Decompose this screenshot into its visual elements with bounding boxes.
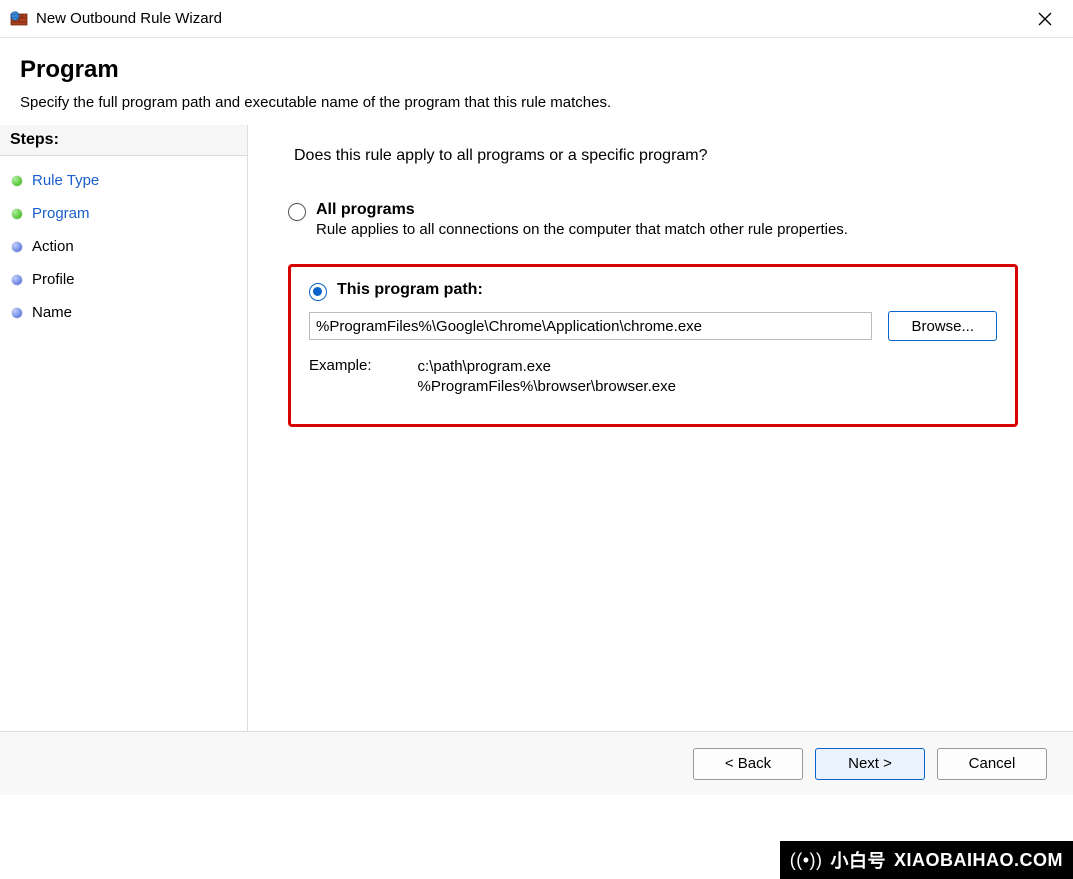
bullet-icon bbox=[12, 242, 22, 252]
steps-sidebar: Steps: Rule Type Program Action Profile bbox=[0, 125, 248, 795]
cancel-button[interactable]: Cancel bbox=[937, 748, 1047, 780]
watermark-en: XIAOBAIHAO.COM bbox=[894, 850, 1063, 871]
step-label: Action bbox=[32, 238, 74, 255]
option-all-programs[interactable]: All programs Rule applies to all connect… bbox=[288, 201, 1045, 238]
radio-all-programs[interactable] bbox=[288, 203, 306, 221]
step-label: Profile bbox=[32, 271, 75, 288]
bullet-icon bbox=[12, 176, 22, 186]
next-button[interactable]: Next > bbox=[815, 748, 925, 780]
example-value-1: c:\path\program.exe bbox=[418, 357, 676, 377]
all-programs-label: All programs bbox=[316, 201, 1045, 219]
bullet-icon bbox=[12, 209, 22, 219]
close-button[interactable] bbox=[1025, 4, 1065, 34]
option-this-path[interactable]: This program path: bbox=[309, 281, 997, 301]
browse-button[interactable]: Browse... bbox=[888, 311, 997, 341]
page-header: Program Specify the full program path an… bbox=[0, 38, 1073, 125]
example-label: Example: bbox=[309, 357, 372, 398]
step-label: Rule Type bbox=[32, 172, 99, 189]
all-programs-desc: Rule applies to all connections on the c… bbox=[316, 221, 1045, 238]
highlight-box: This program path: Browse... Example: c:… bbox=[288, 264, 1018, 427]
example-value-2: %ProgramFiles%\browser\browser.exe bbox=[418, 377, 676, 397]
step-label: Name bbox=[32, 304, 72, 321]
broadcast-icon: ((•)) bbox=[790, 850, 823, 871]
page-title: Program bbox=[20, 56, 1053, 84]
watermark-footer: ((•)) 小白号 XIAOBAIHAO.COM bbox=[780, 841, 1073, 879]
step-rule-type[interactable]: Rule Type bbox=[0, 164, 247, 197]
program-path-input[interactable] bbox=[309, 312, 872, 340]
close-icon bbox=[1038, 12, 1052, 26]
this-path-label: This program path: bbox=[337, 281, 997, 299]
back-button[interactable]: < Back bbox=[693, 748, 803, 780]
step-program[interactable]: Program bbox=[0, 197, 247, 230]
step-label: Program bbox=[32, 205, 90, 222]
step-name[interactable]: Name bbox=[0, 296, 247, 329]
bullet-icon bbox=[12, 308, 22, 318]
question-text: Does this rule apply to all programs or … bbox=[294, 147, 1045, 165]
firewall-icon bbox=[10, 10, 28, 28]
steps-heading: Steps: bbox=[0, 125, 247, 156]
bullet-icon bbox=[12, 275, 22, 285]
step-action[interactable]: Action bbox=[0, 230, 247, 263]
window-title: New Outbound Rule Wizard bbox=[36, 10, 1025, 27]
titlebar: New Outbound Rule Wizard bbox=[0, 0, 1073, 38]
watermark-cn: 小白号 bbox=[831, 847, 887, 873]
page-subtitle: Specify the full program path and execut… bbox=[20, 94, 1053, 111]
radio-this-path[interactable] bbox=[309, 283, 327, 301]
step-profile[interactable]: Profile bbox=[0, 263, 247, 296]
wizard-footer: < Back Next > Cancel bbox=[0, 731, 1073, 795]
content-pane: Does this rule apply to all programs or … bbox=[248, 125, 1073, 795]
